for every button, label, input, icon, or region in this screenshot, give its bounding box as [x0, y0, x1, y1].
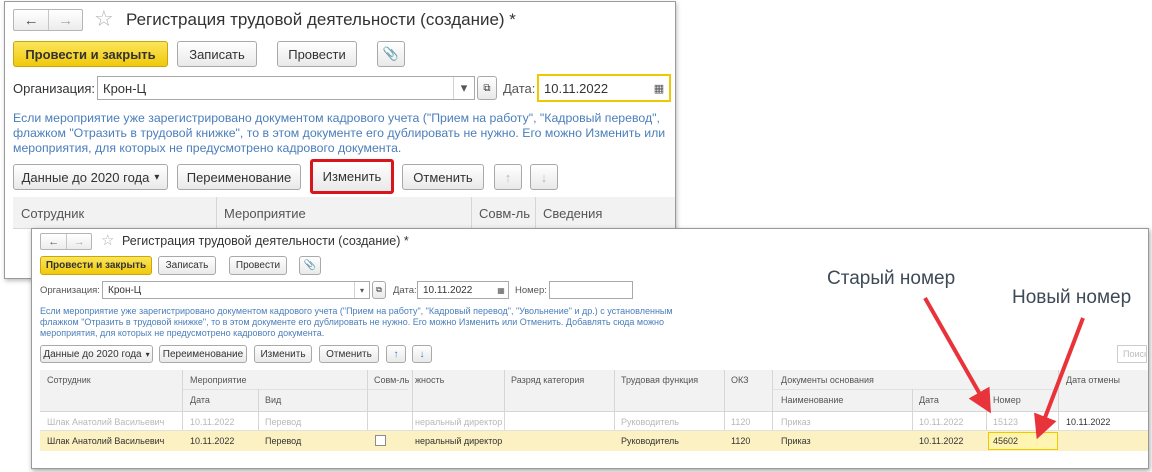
annotation-arrows — [923, 297, 1085, 440]
old-number-arrow-icon — [923, 297, 991, 414]
new-number-arrow-icon — [1034, 317, 1085, 440]
